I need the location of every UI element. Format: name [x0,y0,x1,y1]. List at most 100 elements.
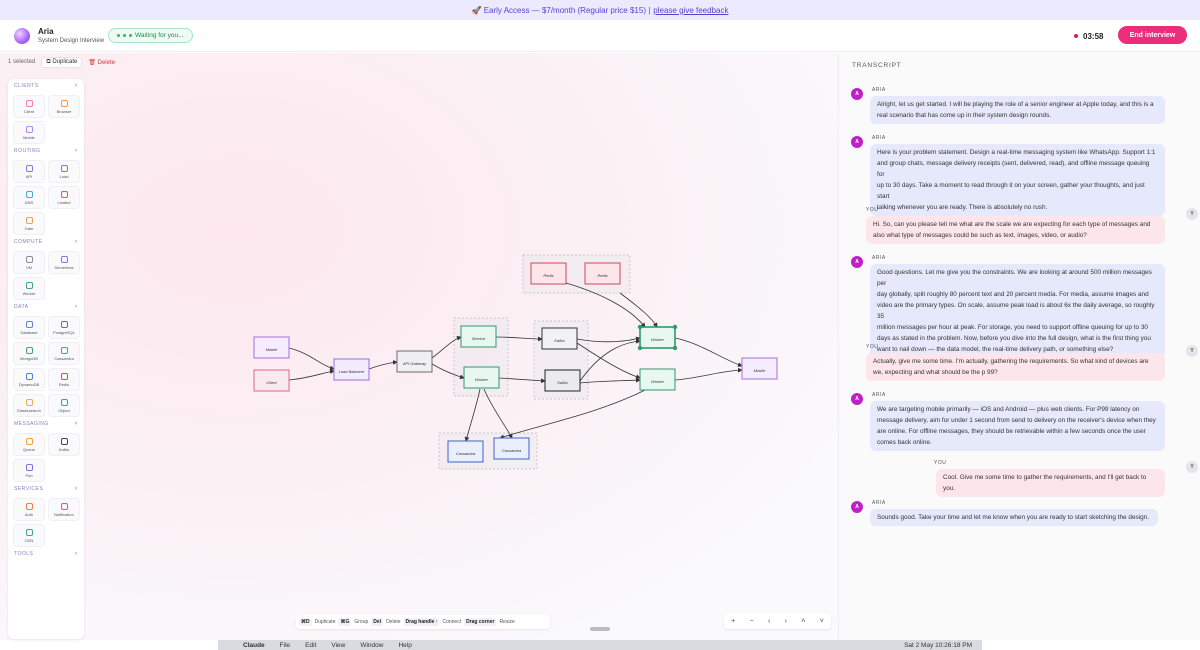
diagram-connector[interactable] [288,347,335,371]
diagram-connector[interactable] [674,337,743,367]
shortcut-label: Delete [386,619,401,625]
diagram-connector[interactable] [288,369,335,381]
drag-handle[interactable] [590,627,610,631]
diagram-connector[interactable] [579,339,641,382]
message-bubble: Sounds good. Take your time and let me k… [870,509,1158,526]
message-text-line: Here is your problem statement. Design a… [877,149,1156,156]
message-text-line: message delivery, aim for under 1 second… [877,417,1156,424]
message-bubble: Here is your problem statement. Design a… [870,144,1165,216]
avatar: Y [1186,461,1198,473]
avatar: A [851,501,863,513]
diagram-node-label: API Gateway [402,361,427,366]
aria-orb-icon [14,28,30,44]
speaker-label: ARIA [872,500,886,506]
transcript-title: TRANSCRIPT [852,62,902,69]
shortcut-label: Duplicate [314,619,336,625]
message-text-line: and group chats, message delivery receip… [877,160,1150,178]
shortcut-key: Del [371,618,384,626]
diagram-connector[interactable] [674,367,743,381]
diagram-node-label: Worker [651,337,665,342]
message-text-line: video are the primary types. On scale, a… [877,302,1155,320]
keyboard-shortcuts-bar: ⌘D Duplicate ⌘G Group Del Delete Drag handle ·… [296,615,550,629]
design-canvas[interactable]: 1 selected ⧉ Duplicate 🗑 Delete CLIENTS ˅… [0,53,838,640]
resize-handle[interactable] [637,345,643,351]
message-text-line: talking whenever you are ready. There is… [877,204,1048,211]
shortcut-label: Resize [499,619,515,625]
undo-button[interactable]: ‹ [768,618,770,625]
shortcut-key: ⌘G [338,618,352,626]
avatar: A [851,393,863,405]
redo-button[interactable]: › [785,618,787,625]
expand-button[interactable]: ˅ [820,618,824,625]
diagram-node-label: Service [472,336,486,341]
timer-value: 03:58 [1083,31,1104,41]
collapse-button[interactable]: ˄ [801,618,805,625]
zoom-controls: + − ‹ › ˄ ˅ [724,613,831,629]
agent-subtitle: System Design Interview [38,38,105,44]
speaker-label: YOU [866,344,879,350]
interview-timer: 03:58 [1068,29,1109,43]
resize-handle[interactable] [637,324,643,330]
message-bubble: Hi. So, can you please tell me what are … [866,216,1165,244]
menu-view[interactable]: View [331,642,345,649]
message-text-line: also what type of messages could be such… [873,232,1087,239]
message-text-line: real scenario that has come up in their … [877,112,1052,119]
menu-file[interactable]: File [280,642,290,649]
diagram-node-label: Cassandra [456,451,476,456]
diagram-connector[interactable] [579,377,641,384]
message-text-line: Sounds good. Take your time and let me k… [877,514,1149,521]
diagram-connector[interactable] [483,388,513,439]
speaker-label: YOU [866,207,879,213]
message-text-line: day globally, split roughly 80 percent t… [877,291,1149,298]
message-text-line: Actually, give me some time. I'm actuall… [873,358,1149,365]
speaker-label: YOU [934,460,947,466]
diagram-node-label: Kafka [557,380,568,385]
diagram-node-label: Mobile [266,347,279,352]
resize-handle[interactable] [672,345,678,351]
shortcut-key: Drag handle · [403,618,440,626]
feedback-link[interactable]: please give feedback [653,6,728,15]
message-bubble: Actually, give me some time. I'm actuall… [866,353,1165,381]
diagram-node-label: Client [266,380,277,385]
message-text-line: up to 30 days. Take a moment to read thr… [877,182,1145,200]
menu-edit[interactable]: Edit [305,642,316,649]
message-text-line: Cool. Give me some time to gather the re… [943,474,1147,492]
zoom-in-button[interactable]: + [731,618,735,625]
system-clock: Sat 2 May 10:26:18 PM [904,641,972,649]
message-bubble: Alright, let us get started. I will be p… [870,96,1165,124]
status-badge: Waiting for you... [108,28,193,43]
menu-help[interactable]: Help [398,642,411,649]
app-name[interactable]: Claude [243,642,265,649]
recording-dot-icon [1074,34,1078,38]
diagram-node-label: Mobile [754,368,767,373]
message-bubble: Cool. Give me some time to gather the re… [936,469,1165,497]
speaker-label: ARIA [872,255,886,261]
end-interview-button[interactable]: End interview [1118,26,1187,44]
diagram-connector[interactable] [368,360,398,370]
message-bubble: Good questions. Let me give you the cons… [870,264,1165,358]
status-dot-icon [129,34,132,37]
transcript-panel: TRANSCRIPT A ARIA Alright, let us get star… [838,53,1200,640]
message-text-line: are online. For offline messages, they s… [877,428,1146,435]
message-text-line: Alright, let us get started. I will be p… [877,101,1154,108]
speaker-label: ARIA [872,392,886,398]
shortcut-label: Connect [442,619,462,625]
avatar: Y [1186,345,1198,357]
architecture-diagram[interactable]: Mobile Client Load Balancer API Gateway Serv… [0,53,838,640]
diagram-node-label: Worker [651,379,665,384]
menu-bar: Claude File Edit View Window Help Sat 2 … [218,640,982,650]
diagram-connector[interactable] [619,292,658,328]
status-text: Waiting for you... [135,32,184,39]
message-text-line: comes back online. [877,439,932,446]
avatar: A [851,136,863,148]
top-bar: Aria System Design Interview Waiting for… [0,20,1200,52]
status-dot-icon [117,34,120,37]
zoom-out-button[interactable]: − [750,618,754,625]
message-text-line: days as stated in the problem. Now, befo… [877,335,1151,342]
resize-handle[interactable] [672,324,678,330]
agent-name: Aria [38,27,54,36]
menu-window[interactable]: Window [360,642,383,649]
diagram-node-label: Worker [475,377,489,382]
diagram-node-label: Cassandra [502,448,522,453]
speaker-label: ARIA [872,87,886,93]
